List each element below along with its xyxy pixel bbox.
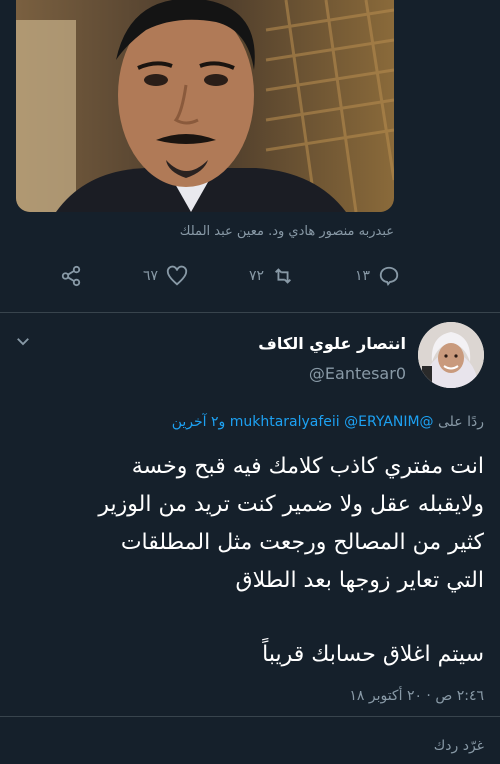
reply-composer[interactable]: غرّد ردك xyxy=(434,738,484,754)
tweet-image-card[interactable] xyxy=(16,0,394,212)
tweet-timestamp[interactable]: ٢:٤٦ ص · ٢٠ أكتوبر ١٨ xyxy=(349,688,484,704)
reply-count: ١٣ xyxy=(354,268,370,284)
retweet-button[interactable]: ٧٢ xyxy=(249,265,294,287)
reply-icon xyxy=(379,266,399,287)
tweet-line: كثير من المصالح ورجعت مثل المطلقات xyxy=(120,530,484,555)
author-handle[interactable]: @Eantesar0 xyxy=(309,364,406,383)
photo-image xyxy=(16,0,394,212)
author-name[interactable]: انتصار علوي الكاف xyxy=(258,334,406,353)
like-button[interactable]: ٦٧ xyxy=(143,265,188,287)
divider xyxy=(0,312,500,313)
like-count: ٦٧ xyxy=(142,268,158,284)
heart-icon xyxy=(166,265,188,286)
retweet-count: ٧٢ xyxy=(248,268,264,284)
reply-mentions[interactable]: @mukhtaralyafeii @ERYANIM xyxy=(230,414,434,430)
reply-others-link[interactable]: و٢ آخرين xyxy=(172,414,226,430)
share-button[interactable] xyxy=(60,265,82,287)
avatar-image xyxy=(418,322,484,388)
tweet-actions: ٦٧ ٧٢ ١٣ xyxy=(60,262,400,290)
reply-button[interactable]: ١٣ xyxy=(355,265,400,287)
tweet-line: انت مفتري كاذب كلامك فيه قبح وخسة xyxy=(131,454,484,479)
replying-to: ردًا على @mukhtaralyafeii @ERYANIM و٢ آخ… xyxy=(172,414,484,430)
avatar[interactable] xyxy=(418,322,484,388)
tweet-last-line: سيتم اغلاق حسابك قريباً xyxy=(262,642,484,667)
retweet-icon xyxy=(275,268,291,284)
tweet-line: التي تعاير زوجها بعد الطلاق xyxy=(235,568,485,593)
tweet-body: انت مفتري كاذب كلامك فيه قبح وخسة ولايقب… xyxy=(14,448,484,600)
share-icon xyxy=(61,265,81,287)
tweet-line: ولايقبله عقل ولا ضمير كنت تريد من الوزير xyxy=(98,492,484,517)
divider xyxy=(0,716,500,717)
chevron-down-icon[interactable] xyxy=(14,332,32,350)
image-caption: عبدربه منصور هادي ود. معين عبد الملك xyxy=(179,224,394,239)
replying-to-label: ردًا على xyxy=(438,414,484,430)
